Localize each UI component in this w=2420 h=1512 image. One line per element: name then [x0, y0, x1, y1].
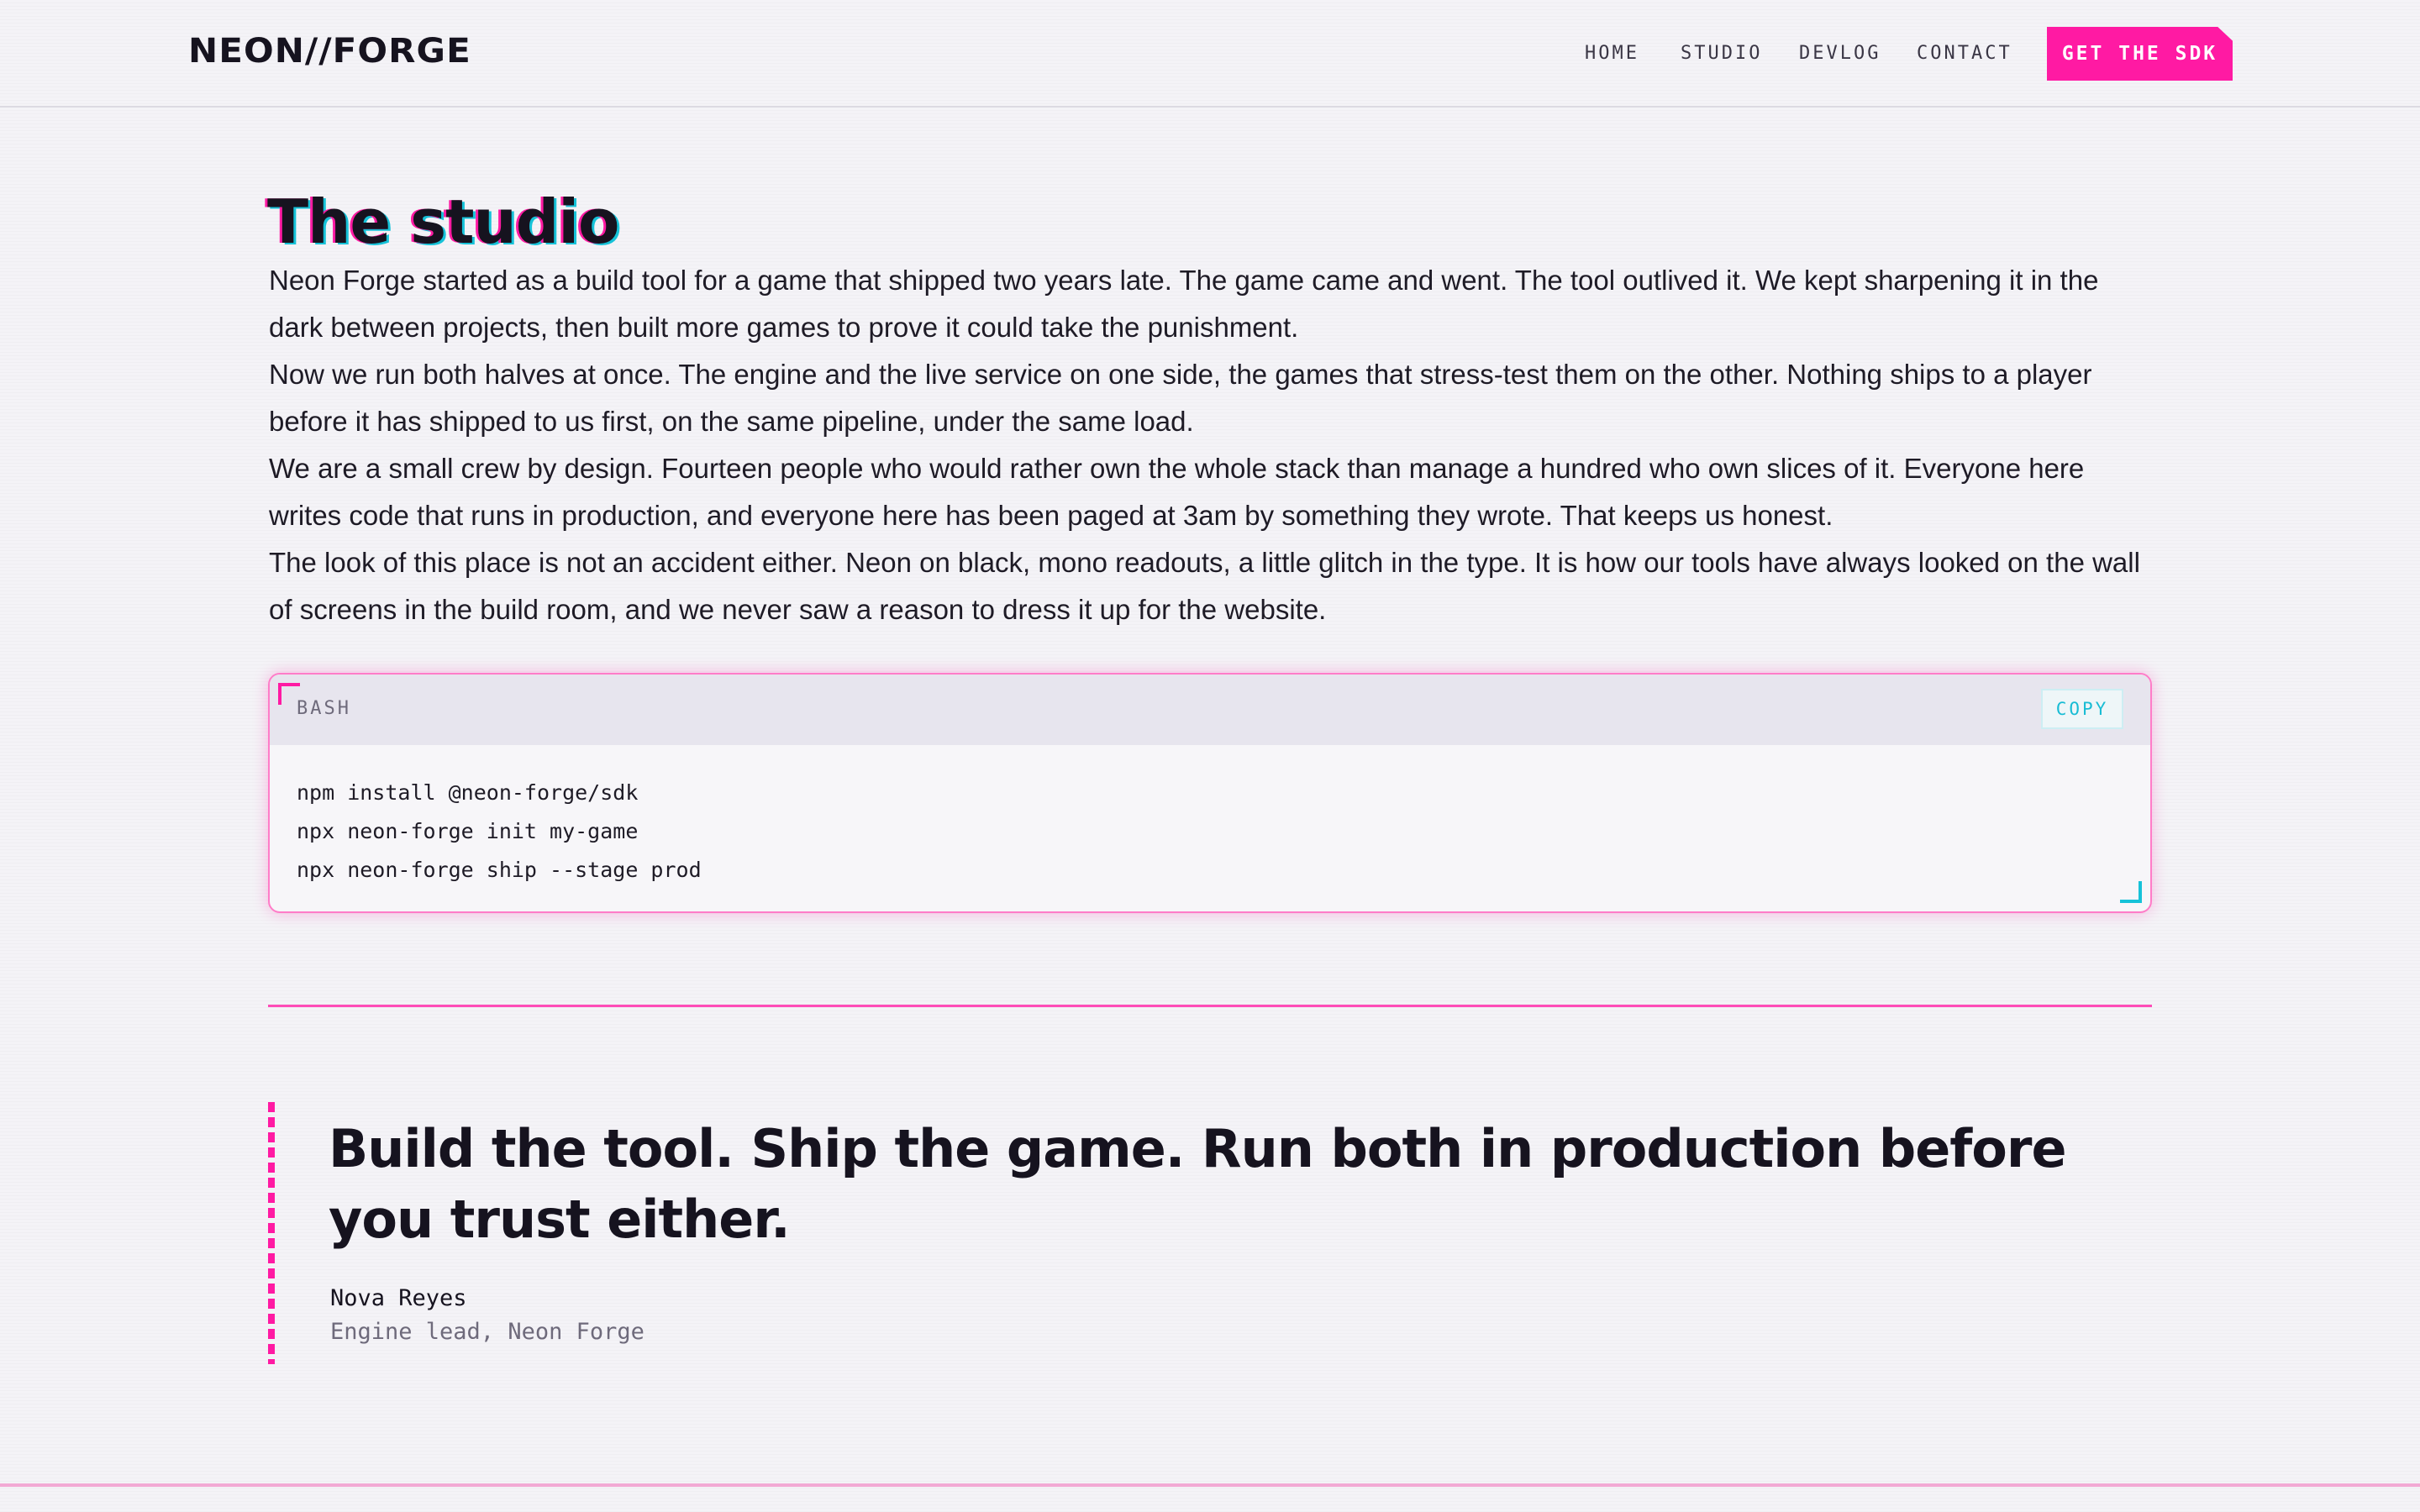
quote-author: Nova Reyes [330, 1285, 467, 1311]
code-line: npx neon-forge ship --stage prod [297, 858, 702, 882]
studio-description: Neon Forge started as a build tool for a… [269, 257, 2160, 633]
site-header: NEON//FORGE HOME STUDIO DEVLOG CONTACT G… [0, 0, 2420, 108]
code-line: npm install @neon-forge/sdk [297, 780, 639, 805]
nav-home[interactable]: HOME [1585, 39, 1639, 69]
copy-button[interactable]: COPY [2041, 689, 2123, 729]
get-sdk-button[interactable]: GET THE SDK [2047, 27, 2233, 81]
footer-divider [0, 1483, 2420, 1487]
code-language-label: BASH [297, 698, 351, 719]
corner-bracket-icon [2120, 881, 2142, 903]
code-block: BASH COPY npm install @neon-forge/sdk npx… [268, 673, 2152, 913]
nav-contact[interactable]: CONTACT [1917, 39, 2012, 69]
nav-studio[interactable]: STUDIO [1681, 39, 1762, 69]
code-block-header: BASH COPY [270, 675, 2150, 745]
code-line: npx neon-forge init my-game [297, 819, 639, 843]
code-content[interactable]: npm install @neon-forge/sdk npx neon-forg… [297, 774, 702, 890]
paragraph: Neon Forge started as a build tool for a… [269, 265, 2099, 343]
section-divider [268, 1005, 2152, 1007]
paragraph: We are a small crew by design. Fourteen … [269, 453, 2085, 531]
quote-accent-bar [268, 1102, 275, 1364]
quote-author-role: Engine lead, Neon Forge [330, 1319, 644, 1345]
page-title: The studio [267, 186, 619, 257]
nav-devlog[interactable]: DEVLOG [1799, 39, 1881, 69]
paragraph: The look of this place is not an acciden… [269, 547, 2140, 625]
paragraph: Now we run both halves at once. The engi… [269, 359, 2092, 437]
corner-bracket-icon [278, 683, 300, 705]
pull-quote: Build the tool. Ship the game. Run both … [329, 1118, 2067, 1250]
